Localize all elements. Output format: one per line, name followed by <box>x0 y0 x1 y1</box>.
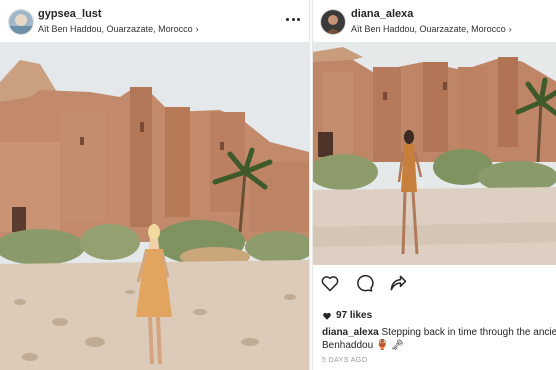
username[interactable]: gypsea_lust <box>38 8 102 20</box>
post-photo[interactable] <box>0 42 309 370</box>
heart-icon <box>321 276 339 292</box>
location-link[interactable]: Aït Ben Haddou, Ouarzazate, Morocco › <box>351 24 512 34</box>
post-photo[interactable] <box>313 42 556 265</box>
heart-icon <box>323 312 331 320</box>
username[interactable]: diana_alexa <box>351 8 413 20</box>
avatar[interactable] <box>8 9 34 35</box>
dot-icon <box>291 17 295 21</box>
dot-icon <box>286 17 289 21</box>
post-date[interactable]: 5 DAYS AGO <box>322 357 368 364</box>
post-header: diana_alexa Aït Ben Haddou, Ouarzazate, … <box>313 0 556 42</box>
share-icon <box>390 275 407 291</box>
caption: diana_alexa Stepping back in time throug… <box>322 326 556 340</box>
caption-text: Stepping back in time through the ancien… <box>381 327 556 338</box>
likes-count[interactable]: 97 likes <box>322 310 372 321</box>
avatar[interactable] <box>320 9 346 35</box>
more-options-button[interactable] <box>286 12 300 26</box>
location-label: Aït Ben Haddou, Ouarzazate, Morocco <box>38 24 193 34</box>
share-button[interactable] <box>387 272 409 294</box>
chevron-right-icon: › <box>508 24 512 34</box>
like-button[interactable] <box>319 272 341 294</box>
action-bar <box>319 272 409 298</box>
chevron-right-icon: › <box>195 24 199 34</box>
caption-continuation: Benhaddou 🏺 🗝 <box>322 340 404 351</box>
comment-icon <box>357 274 374 292</box>
caption-username[interactable]: diana_alexa <box>322 327 379 338</box>
post-card: diana_alexa Aït Ben Haddou, Ouarzazate, … <box>312 0 556 370</box>
location-link[interactable]: Aït Ben Haddou, Ouarzazate, Morocco › <box>38 24 199 34</box>
likes-label: 97 likes <box>336 310 373 321</box>
post-card: gypsea_lust Aït Ben Haddou, Ouarzazate, … <box>0 0 310 370</box>
dot-icon <box>297 17 300 21</box>
location-label: Aït Ben Haddou, Ouarzazate, Morocco <box>351 24 506 34</box>
post-header: gypsea_lust Aït Ben Haddou, Ouarzazate, … <box>0 0 309 42</box>
comment-button[interactable] <box>353 272 375 294</box>
